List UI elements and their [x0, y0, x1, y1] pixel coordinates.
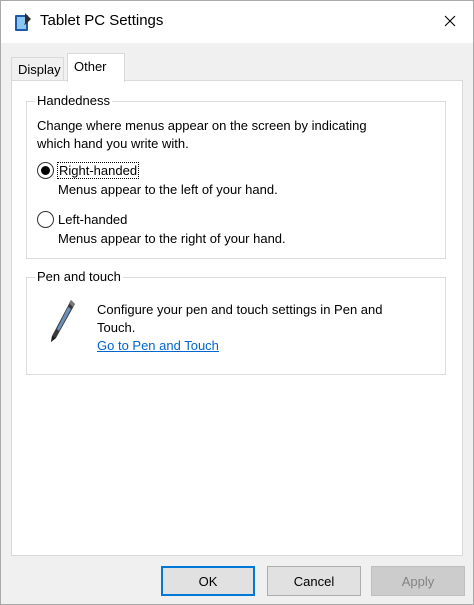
pen-icon — [47, 298, 77, 349]
apply-button-label: Apply — [401, 573, 435, 589]
close-icon — [444, 15, 456, 30]
pen-and-touch-description: Configure your pen and touch settings in… — [97, 301, 382, 355]
right-handed-radio[interactable]: Right-handed — [37, 160, 140, 180]
cancel-button-label: Cancel — [293, 573, 335, 589]
cancel-button[interactable]: Cancel — [267, 566, 361, 596]
dialog-body: Display Other Handedness Change where me… — [1, 43, 473, 563]
radio-button[interactable] — [37, 161, 54, 179]
button-bar: OK Cancel Apply — [1, 563, 473, 604]
right-handed-hint: Menus appear to the left of your hand. — [58, 182, 278, 197]
go-to-pen-and-touch-link[interactable]: Go to Pen and Touch — [97, 337, 382, 355]
window-title: Tablet PC Settings — [40, 12, 164, 29]
tab-display[interactable]: Display — [11, 57, 64, 81]
left-handed-hint: Menus appear to the right of your hand. — [58, 231, 286, 246]
handedness-description-line-2: which hand you write with. — [37, 136, 189, 151]
right-handed-label[interactable]: Right-handed — [56, 161, 140, 179]
pen-and-touch-legend: Pen and touch — [35, 269, 123, 284]
tab-other[interactable]: Other — [67, 53, 125, 82]
apply-button[interactable]: Apply — [371, 566, 465, 596]
handedness-description: Change where menus appear on the screen … — [37, 117, 367, 153]
tablet-settings-icon — [14, 12, 32, 32]
close-button[interactable] — [427, 1, 473, 43]
radio-selected-dot — [41, 165, 50, 175]
radio-button[interactable] — [37, 210, 54, 228]
pen-and-touch-description-line-2: Touch. — [97, 320, 136, 335]
tablet-pc-settings-window: Tablet PC Settings Display Other Handedn… — [0, 0, 474, 605]
handedness-description-line-1: Change where menus appear on the screen … — [37, 118, 367, 133]
handedness-legend: Handedness — [35, 93, 112, 108]
tab-display-label: Display — [18, 62, 61, 77]
title-bar: Tablet PC Settings — [1, 1, 473, 43]
left-handed-label[interactable]: Left-handed — [58, 212, 127, 227]
tab-panel-other: Handedness Change where menus appear on … — [11, 80, 463, 556]
ok-button-label: OK — [198, 573, 218, 589]
ok-button[interactable]: OK — [161, 566, 255, 596]
left-handed-radio[interactable]: Left-handed — [37, 209, 127, 229]
tab-other-label: Other — [74, 59, 107, 74]
handedness-group: Handedness Change where menus appear on … — [26, 93, 446, 259]
pen-and-touch-description-line-1: Configure your pen and touch settings in… — [97, 302, 383, 317]
pen-and-touch-group: Pen and touch Configure your pen and tou… — [26, 269, 446, 375]
